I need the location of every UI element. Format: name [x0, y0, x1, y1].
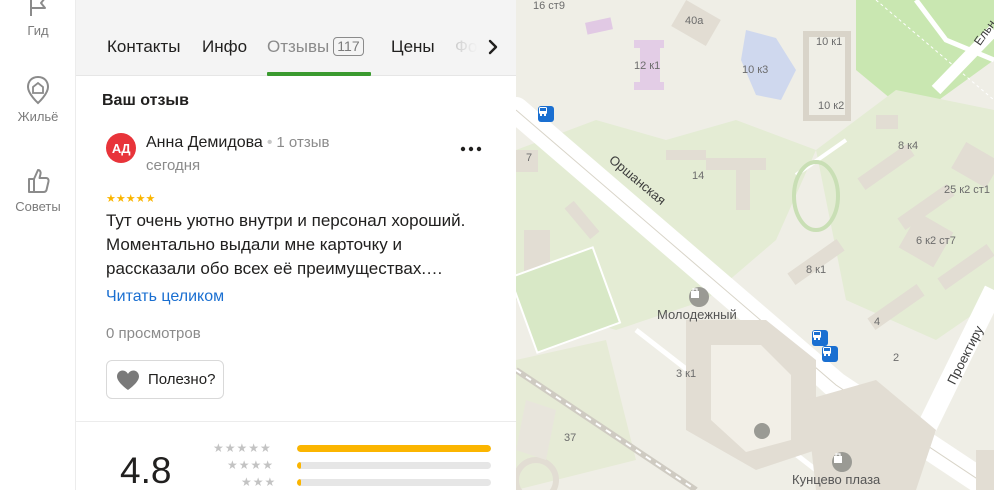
active-tab-indicator	[267, 72, 371, 76]
map-building-label: 6 к2 ст7	[916, 235, 956, 247]
rail-item-housing[interactable]: Жильё	[0, 74, 76, 124]
map-building-label: 12 к1	[634, 60, 661, 72]
distribution-bar	[297, 479, 491, 486]
distribution-bar	[297, 445, 491, 452]
rail-item-label: Жильё	[17, 109, 59, 124]
map-building-label: 25 к2 ст1	[944, 184, 990, 196]
map-building-label: 7	[526, 152, 533, 164]
bus-stop-icon[interactable]	[538, 106, 554, 122]
chevron-right-icon	[488, 39, 498, 55]
review-text: Тут очень уютно внутри и персонал хороши…	[106, 211, 466, 278]
map-building-label: 16 ст9	[533, 0, 565, 12]
review-date: сегодня	[146, 157, 201, 174]
author-review-count: 1 отзыв	[276, 134, 330, 151]
tab-reviews[interactable]: Отзывы 117	[267, 37, 364, 57]
views-count: 0 просмотров	[106, 325, 201, 342]
map-place-label-kuntsevo-plaza[interactable]: Кунцево плаза	[792, 472, 880, 487]
left-rail: Гид Жильё Советы	[0, 0, 76, 490]
map-building-label: 2	[893, 352, 900, 364]
author-name[interactable]: Анна Демидова	[146, 134, 263, 151]
map-building-label: 3 к1	[676, 368, 697, 380]
read-more-link[interactable]: Читать целиком	[106, 288, 224, 306]
section-title: Ваш отзыв	[102, 92, 189, 109]
map-place-label-molodezhny[interactable]: Молодежный	[657, 307, 737, 322]
tab-contacts[interactable]: Контакты	[107, 37, 180, 57]
map-building-label: 14	[692, 170, 705, 182]
overall-rating: 4.8	[120, 450, 172, 490]
guide-icon	[30, 0, 46, 16]
distribution-stars: ★★★	[241, 475, 277, 489]
thumbs-up-icon	[28, 169, 50, 193]
bus-stop-icon[interactable]	[822, 346, 838, 362]
heart-icon	[117, 370, 139, 390]
map-building-label: 10 к2	[818, 100, 845, 112]
bus-stop-icon[interactable]	[812, 330, 828, 346]
distribution-stars: ★★★★	[227, 458, 275, 472]
tabs-bar: Контакты Инфо Отзывы117 Цены Фо	[76, 0, 516, 76]
rail-item-tips[interactable]: Советы	[0, 166, 76, 214]
tab-prices[interactable]: Цены	[391, 37, 435, 57]
distribution-fill	[297, 462, 301, 469]
distribution-bar	[297, 462, 491, 469]
mall-poi-icon[interactable]	[832, 452, 852, 472]
reviews-count-badge: 117	[333, 37, 364, 56]
distribution-fill	[297, 445, 491, 452]
avatar[interactable]: АД	[106, 133, 136, 163]
distribution-fill	[297, 479, 301, 486]
rail-item-label: Советы	[15, 199, 61, 214]
map-building-label: 10 к3	[742, 64, 769, 76]
map-building-label: 10 к1	[816, 36, 843, 48]
building	[585, 17, 613, 35]
housing-icon	[26, 75, 50, 105]
map-building-label: 37	[564, 432, 577, 444]
poi-icon[interactable]	[754, 423, 770, 439]
tab-info[interactable]: Инфо	[202, 37, 247, 57]
rail-item-label: Гид	[27, 23, 49, 38]
divider	[76, 421, 516, 422]
helpful-label: Полезно?	[148, 371, 216, 388]
tab-label: Отзывы	[267, 37, 330, 56]
map-building-label: 4	[874, 316, 881, 328]
rail-item-guide[interactable]: Гид	[0, 0, 76, 38]
map-building-label: 8 к1	[806, 264, 827, 276]
helpful-button[interactable]: Полезно?	[106, 360, 225, 399]
mall-poi-icon[interactable]	[689, 287, 709, 307]
rating-stars: ★★★★★	[106, 193, 156, 205]
separator-dot: •	[266, 134, 273, 151]
more-options-button[interactable]	[458, 142, 484, 156]
map-building-label: 8 к4	[898, 140, 919, 152]
tabs-next-button[interactable]	[480, 34, 506, 60]
map-building-label: 40а	[685, 15, 704, 27]
distribution-stars: ★★★★★	[213, 441, 272, 455]
map-view[interactable]: 16 ст9 40а 12 к1 10 к3 10 к1 10 к2 8 к4 …	[516, 0, 994, 490]
organization-panel: Контакты Инфо Отзывы117 Цены Фо Ваш отзы…	[76, 0, 516, 490]
author-line: Анна Демидова • 1 отзыв	[146, 134, 329, 152]
more-dots-icon	[460, 146, 482, 152]
